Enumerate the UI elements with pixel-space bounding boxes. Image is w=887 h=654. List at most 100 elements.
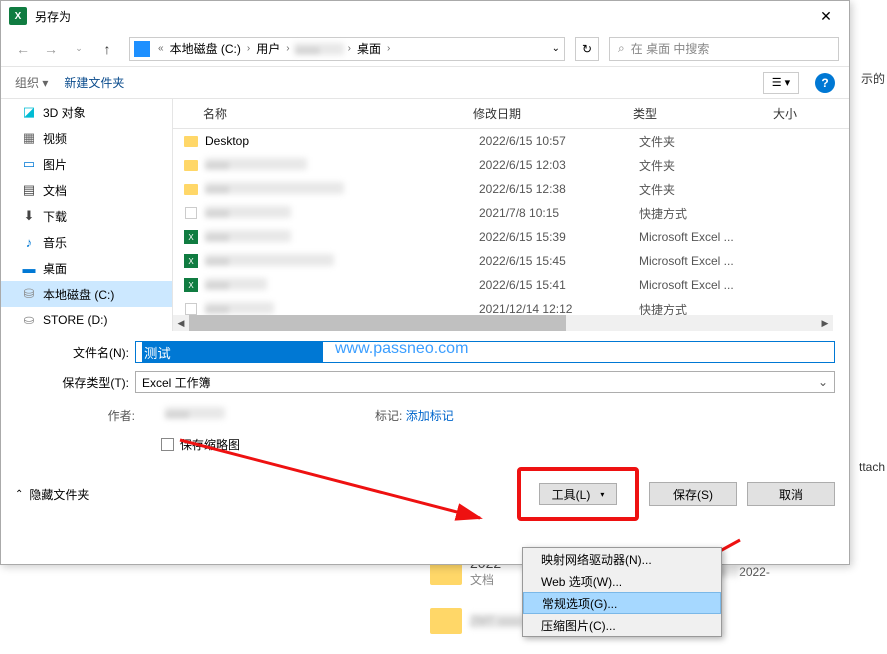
column-date[interactable]: 修改日期 — [473, 105, 633, 122]
breadcrumb-blurred[interactable]: xxxx — [294, 43, 344, 55]
sidebar-item-video[interactable]: ▦视频 — [1, 125, 172, 151]
shortcut-icon — [183, 205, 199, 221]
file-name: xxxx — [205, 182, 479, 196]
menu-map-drive[interactable]: 映射网络驱动器(N)... — [523, 548, 721, 570]
author-value[interactable]: xxxx — [165, 407, 225, 419]
file-type: 文件夹 — [639, 133, 779, 150]
excel-icon: X — [183, 277, 199, 293]
pictures-icon: ▭ — [21, 156, 37, 172]
sidebar-item-pictures[interactable]: ▭图片 — [1, 151, 172, 177]
breadcrumb-desktop[interactable]: 桌面 — [355, 40, 383, 57]
file-list-body[interactable]: Desktop2022/6/15 10:57文件夹xxxx2022/6/15 1… — [173, 129, 849, 329]
help-button[interactable]: ? — [815, 73, 835, 93]
filename-input[interactable] — [135, 341, 835, 363]
hide-folders-toggle[interactable]: ⌃ 隐藏文件夹 — [15, 486, 507, 503]
organize-button[interactable]: 组织 ▾ — [15, 74, 48, 91]
file-date: 2022/6/15 15:39 — [479, 230, 639, 244]
background-text-2: ttach — [859, 460, 885, 474]
downloads-icon: ⬇ — [21, 208, 37, 224]
3d-icon: ◪ — [21, 104, 37, 120]
file-name: Desktop — [205, 134, 479, 148]
file-row[interactable]: Xxxxx2022/6/15 15:39Microsoft Excel ... — [173, 225, 849, 249]
drive-icon: ⛁ — [21, 286, 37, 302]
file-name: xxxx — [205, 158, 479, 172]
search-icon: ⌕ — [618, 41, 625, 56]
toolbar: 组织 ▾ 新建文件夹 ☰ ▾ ? — [1, 67, 849, 99]
tools-button[interactable]: 工具(L) — [539, 483, 617, 505]
new-folder-button[interactable]: 新建文件夹 — [64, 74, 124, 91]
sidebar-item-drive-d[interactable]: ⛀STORE (D:) — [1, 307, 172, 331]
drive-icon: ⛀ — [21, 312, 37, 328]
titlebar: X 另存为 ✕ — [1, 1, 849, 31]
column-size[interactable]: 大小 — [773, 105, 849, 122]
file-date: 2021/12/14 12:12 — [479, 302, 639, 316]
up-button[interactable]: ↑ — [95, 37, 119, 61]
search-input[interactable]: ⌕ 在 桌面 中搜索 — [609, 37, 839, 61]
sidebar-item-documents[interactable]: ▤文档 — [1, 177, 172, 203]
sidebar-item-music[interactable]: ♪音乐 — [1, 229, 172, 255]
file-name: xxxx — [205, 254, 479, 268]
cancel-button[interactable]: 取消 — [747, 482, 835, 506]
excel-app-icon: X — [9, 7, 27, 25]
savetype-label: 保存类型(T): — [15, 374, 135, 391]
save-as-dialog: X 另存为 ✕ ← → ⌄ ↑ « 本地磁盘 (C:) › 用户 › xxxx … — [0, 0, 850, 565]
menu-compress-pictures[interactable]: 压缩图片(C)... — [523, 614, 721, 636]
author-label: 作者: — [108, 409, 135, 423]
close-button[interactable]: ✕ — [803, 1, 849, 31]
tag-label: 标记: — [375, 409, 402, 423]
breadcrumb-drive[interactable]: 本地磁盘 (C:) — [168, 40, 243, 57]
folder-icon — [183, 181, 199, 197]
chevron-icon: ⌃ — [15, 489, 23, 500]
sidebar-item-3d[interactable]: ◪3D 对象 — [1, 99, 172, 125]
music-icon: ♪ — [21, 234, 37, 250]
column-type[interactable]: 类型 — [633, 105, 773, 122]
thumbnail-label: 保存缩略图 — [180, 436, 240, 453]
file-name: xxxx — [205, 302, 479, 316]
file-date: 2022/6/15 12:38 — [479, 182, 639, 196]
view-options-button[interactable]: ☰ ▾ — [763, 72, 799, 94]
desktop-icon: ▬ — [21, 260, 37, 276]
file-row[interactable]: Xxxxx2022/6/15 15:45Microsoft Excel ... — [173, 249, 849, 273]
back-button[interactable]: ← — [11, 37, 35, 61]
navigation-bar: ← → ⌄ ↑ « 本地磁盘 (C:) › 用户 › xxxx › 桌面 › ⌄… — [1, 31, 849, 67]
menu-web-options[interactable]: Web 选项(W)... — [523, 570, 721, 592]
file-row[interactable]: Xxxxx2022/6/15 15:41Microsoft Excel ... — [173, 273, 849, 297]
recent-dropdown-icon[interactable]: ⌄ — [67, 37, 91, 61]
file-name: xxxx — [205, 206, 479, 220]
drive-icon — [134, 41, 150, 57]
horizontal-scrollbar[interactable]: ◀ ▶ — [173, 315, 833, 331]
savetype-dropdown[interactable]: Excel 工作簿 — [135, 371, 835, 393]
file-date: 2022/6/15 10:57 — [479, 134, 639, 148]
file-date: 2022/6/15 15:45 — [479, 254, 639, 268]
tag-input[interactable]: 添加标记 — [406, 409, 454, 423]
breadcrumb-dropdown-icon[interactable]: ⌄ — [552, 43, 560, 54]
file-list-header: 名称 修改日期 类型 大小 — [173, 99, 849, 129]
excel-icon: X — [183, 253, 199, 269]
file-list-view: 名称 修改日期 类型 大小 Desktop2022/6/15 10:57文件夹x… — [173, 99, 849, 331]
file-row[interactable]: xxxx2022/6/15 12:38文件夹 — [173, 177, 849, 201]
file-date: 2021/7/8 10:15 — [479, 206, 639, 220]
filename-label: 文件名(N): — [15, 344, 135, 361]
menu-general-options[interactable]: 常规选项(G)... — [523, 592, 721, 614]
tools-dropdown-menu: 映射网络驱动器(N)... Web 选项(W)... 常规选项(G)... 压缩… — [522, 547, 722, 637]
breadcrumb[interactable]: « 本地磁盘 (C:) › 用户 › xxxx › 桌面 › ⌄ — [129, 37, 565, 61]
file-row[interactable]: xxxx2021/7/8 10:15快捷方式 — [173, 201, 849, 225]
file-row[interactable]: xxxx2022/6/15 12:03文件夹 — [173, 153, 849, 177]
search-placeholder: 在 桌面 中搜索 — [631, 40, 710, 57]
background-text: 示的 — [861, 70, 885, 87]
forward-button[interactable]: → — [39, 37, 63, 61]
dialog-title: 另存为 — [35, 8, 71, 25]
refresh-button[interactable]: ↻ — [575, 37, 599, 61]
thumbnail-checkbox[interactable] — [161, 438, 174, 451]
sidebar-item-downloads[interactable]: ⬇下载 — [1, 203, 172, 229]
sidebar-item-desktop[interactable]: ▬桌面 — [1, 255, 172, 281]
folder-icon — [183, 157, 199, 173]
file-date: 2022/6/15 15:41 — [479, 278, 639, 292]
documents-icon: ▤ — [21, 182, 37, 198]
file-row[interactable]: Desktop2022/6/15 10:57文件夹 — [173, 129, 849, 153]
sidebar: ◪3D 对象 ▦视频 ▭图片 ▤文档 ⬇下载 ♪音乐 ▬桌面 ⛁本地磁盘 (C:… — [1, 99, 173, 331]
save-button[interactable]: 保存(S) — [649, 482, 737, 506]
sidebar-item-drive-c[interactable]: ⛁本地磁盘 (C:) — [1, 281, 172, 307]
column-name[interactable]: 名称 — [173, 105, 473, 122]
breadcrumb-user[interactable]: 用户 — [254, 40, 282, 57]
